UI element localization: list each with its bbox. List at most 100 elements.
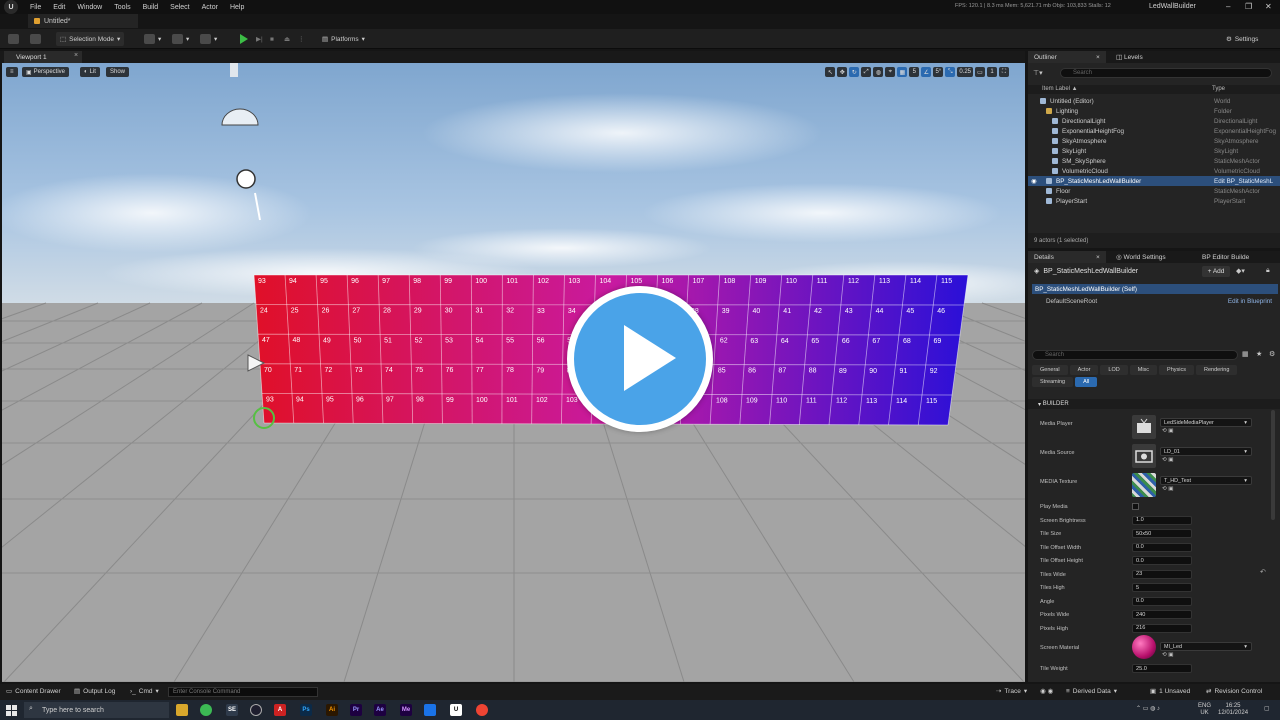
edit-in-blueprint-link[interactable]: Edit in Blueprint — [1228, 298, 1272, 305]
windows-start-icon[interactable] — [6, 705, 17, 716]
category-misc[interactable]: Misc — [1129, 365, 1158, 375]
selection-mode-dropdown[interactable]: ⬚ Selection Mode ▾ — [56, 32, 125, 46]
outliner-row[interactable]: SkyLight SkyLight — [1028, 146, 1280, 156]
file-explorer-icon[interactable] — [176, 704, 188, 716]
property-value-field[interactable]: 1.0 — [1132, 515, 1192, 525]
screen-material-dropdown[interactable]: MI_Led ▾ — [1160, 642, 1252, 651]
platforms-dropdown[interactable]: ▤ Platforms ▾ — [322, 32, 365, 46]
angle-snap-value[interactable]: 5° — [933, 67, 944, 77]
view-mode-button[interactable]: ◐ Lit — [80, 67, 100, 77]
media-source-thumbnail[interactable] — [1132, 444, 1156, 468]
lock-icon[interactable]: 🔒︎ — [1266, 267, 1270, 275]
add-component-button[interactable]: + Add — [1202, 266, 1230, 277]
category-lod[interactable]: LOD — [1100, 365, 1128, 375]
outliner-row[interactable]: Floor StaticMeshActor — [1028, 186, 1280, 196]
outliner-row[interactable]: SM_SkySphere StaticMeshActor — [1028, 156, 1280, 166]
outliner-row[interactable]: ◉ BP_StaticMeshLedWallBuilder Edit BP_Stat… — [1028, 176, 1280, 186]
advance-frame-icon[interactable]: ▶| — [256, 32, 263, 46]
cmd-dropdown[interactable]: ›_ Cmd ▾ — [130, 687, 159, 696]
close-icon[interactable]: × — [1096, 54, 1100, 61]
more-options-icon[interactable]: ⋮ — [298, 32, 305, 46]
builder-section-header[interactable]: ▾ BUILDER — [1028, 399, 1280, 409]
outliner-row[interactable]: ExponentialHeightFog ExponentialHeightFog — [1028, 126, 1280, 136]
property-value-field[interactable]: 216 — [1132, 623, 1192, 633]
eject-icon[interactable]: ⏏ — [284, 32, 290, 46]
cinematics-icon[interactable]: ▾ — [200, 32, 217, 46]
category-actor[interactable]: Actor — [1069, 365, 1099, 375]
move-tool-icon[interactable]: ✥ — [837, 67, 848, 77]
unreal-engine-icon[interactable]: U — [450, 704, 462, 716]
console-command-input[interactable]: Enter Console Command — [168, 687, 318, 697]
rotate-tool-icon[interactable]: ↻ — [849, 67, 860, 77]
menu-build[interactable]: Build — [137, 4, 165, 11]
maximize-viewport-icon[interactable]: ⛶ — [999, 67, 1009, 77]
language-indicator[interactable]: ENG UK — [1198, 703, 1211, 717]
tile-weight-field[interactable]: 25.0 — [1132, 664, 1192, 673]
close-icon[interactable]: × — [1096, 254, 1100, 261]
level-viewport[interactable]: 93 94 95 96 97 98 99 100 101 102 103 104 105 106 107 10… — [2, 63, 1025, 682]
stop-icon[interactable]: ■ — [270, 32, 274, 46]
viewport-tab[interactable]: Viewport 1 × — [4, 51, 82, 63]
content-drawer-button[interactable]: ▭ Content Drawer — [6, 687, 61, 696]
category-streaming[interactable]: Streaming — [1032, 377, 1074, 387]
outliner-row[interactable]: Lighting Folder — [1028, 106, 1280, 116]
statusbar-tools[interactable]: ◉ ◉ — [1040, 687, 1053, 695]
component-default-scene-root[interactable]: DefaultSceneRoot Edit in Blueprint — [1032, 296, 1278, 306]
material-sphere-thumbnail[interactable] — [1132, 635, 1156, 659]
media-texture-dropdown[interactable]: T_HD_Test ▾ — [1160, 476, 1252, 485]
col-item-label[interactable]: Item Label ▲ — [1042, 86, 1078, 92]
browse-icon[interactable]: ⟲ ▣ — [1162, 486, 1174, 492]
minimize-button[interactable]: – — [1226, 2, 1230, 11]
menu-window[interactable]: Window — [71, 4, 108, 11]
unsaved-button[interactable]: ▣ 1 Unsaved — [1150, 687, 1190, 696]
media-player-thumbnail[interactable] — [1132, 415, 1156, 439]
media-player-dropdown[interactable]: LedSideMediaPlayer ▾ — [1160, 418, 1252, 427]
close-icon[interactable]: × — [74, 52, 78, 59]
clock[interactable]: 16:25 12/01/2024 — [1218, 703, 1248, 717]
revision-control-button[interactable]: ⇄ Revision Control — [1206, 687, 1262, 696]
outlook-icon[interactable] — [424, 704, 436, 716]
save-icon[interactable] — [8, 32, 19, 46]
level-tab[interactable]: Untitled* — [28, 14, 138, 28]
surface-snap-icon[interactable]: ⌖ — [885, 67, 896, 77]
unreal-logo-icon[interactable]: U — [4, 0, 18, 14]
menu-edit[interactable]: Edit — [47, 4, 71, 11]
blueprints-icon[interactable]: ▾ — [172, 32, 189, 46]
component-self[interactable]: BP_StaticMeshLedWallBuilder (Self) — [1032, 284, 1278, 294]
menu-tools[interactable]: Tools — [108, 4, 136, 11]
tab-details[interactable]: Details × — [1028, 251, 1106, 263]
media-encoder-icon[interactable]: Me — [400, 704, 412, 716]
property-value-field[interactable]: 5 — [1132, 583, 1192, 592]
viewport-scene[interactable]: 93 94 95 96 97 98 99 100 101 102 103 104 105 106 107 10… — [2, 63, 1025, 682]
details-search-input[interactable]: Search — [1032, 350, 1238, 360]
property-value-field[interactable]: 0.0 — [1132, 542, 1192, 552]
property-value-field[interactable]: 240 — [1132, 610, 1192, 619]
reset-icon[interactable]: ↶ — [1260, 568, 1266, 576]
gear-icon[interactable]: ⚙ — [1269, 350, 1275, 358]
system-tray-icons[interactable]: ⌃ ▭ ◍ ♪ — [1136, 706, 1160, 713]
col-type[interactable]: Type — [1212, 86, 1225, 92]
add-content-icon[interactable]: ▾ — [144, 32, 161, 46]
photoshop-icon[interactable]: Ps — [300, 704, 312, 716]
viewport-options-button[interactable]: ≡ — [6, 67, 18, 77]
select-tool-icon[interactable]: ↖ — [825, 67, 836, 77]
table-view-icon[interactable]: ▦ — [1242, 350, 1249, 358]
video-play-button[interactable] — [567, 286, 713, 432]
property-checkbox[interactable] — [1132, 503, 1139, 510]
category-all[interactable]: All — [1075, 377, 1098, 387]
outliner-row[interactable]: Untitled (Editor) World — [1028, 96, 1280, 106]
visibility-eye-icon[interactable]: ◉ — [1031, 178, 1037, 185]
after-effects-icon[interactable]: Ae — [374, 704, 386, 716]
app-icon-2[interactable] — [476, 704, 488, 716]
browse-icon[interactable]: ⟲ ▣ — [1162, 457, 1174, 463]
browse-icon[interactable]: ⟲ ▣ — [1162, 652, 1174, 658]
outliner-row[interactable]: DirectionalLight DirectionalLight — [1028, 116, 1280, 126]
category-rendering[interactable]: Rendering — [1196, 365, 1238, 375]
tab-outliner[interactable]: Outliner × — [1028, 51, 1106, 63]
world-local-icon[interactable]: ◍ — [873, 67, 884, 77]
camera-speed-icon[interactable]: ▭ — [975, 67, 985, 77]
trace-dropdown[interactable]: ⇢ Trace ▾ — [996, 687, 1027, 696]
chrome-icon[interactable] — [200, 704, 212, 716]
camera-speed-value[interactable]: 1 — [987, 67, 997, 77]
outliner-row[interactable]: PlayerStart PlayerStart — [1028, 196, 1280, 206]
